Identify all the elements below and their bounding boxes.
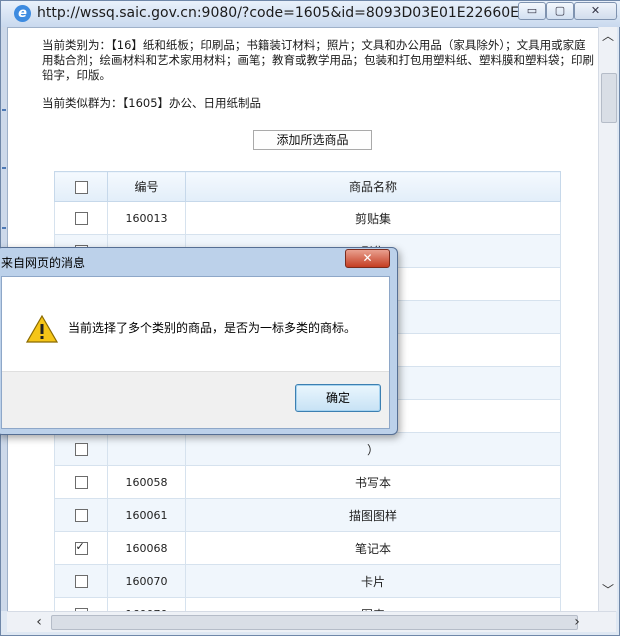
- dialog-footer: 确定: [2, 371, 389, 428]
- scroll-left-arrow-icon[interactable]: ‹: [31, 614, 47, 630]
- edge-mark: [2, 109, 6, 111]
- maximize-button[interactable]: ▢: [546, 2, 574, 20]
- add-selected-goods-button[interactable]: 添加所选商品: [253, 130, 372, 150]
- select-cell[interactable]: [54, 564, 108, 598]
- scroll-right-arrow-icon[interactable]: ›: [569, 614, 585, 630]
- row-checkbox[interactable]: [74, 540, 88, 555]
- dialog-body: 当前选择了多个类别的商品，是否为一标多类的商标。 确定: [1, 276, 390, 429]
- code-column-header: 编号: [107, 171, 186, 202]
- row-checkbox[interactable]: [74, 574, 88, 588]
- scroll-down-arrow-icon[interactable]: ﹀: [601, 582, 615, 598]
- dialog-close-button[interactable]: ✕: [345, 249, 390, 268]
- table-header-row: 编号 商品名称: [54, 171, 561, 202]
- vertical-scroll-thumb[interactable]: [601, 73, 617, 123]
- goods-code-cell: 160070: [107, 564, 186, 598]
- scroll-up-arrow-icon[interactable]: ︿: [601, 28, 615, 44]
- goods-name-cell: 书写本: [185, 465, 561, 499]
- row-checkbox[interactable]: [74, 211, 88, 225]
- goods-code-cell: 160058: [107, 465, 186, 499]
- goods-code-cell: 160061: [107, 498, 186, 532]
- goods-name-cell: ）: [185, 432, 561, 466]
- goods-code-cell: 160068: [107, 531, 186, 565]
- table-row[interactable]: 160058 书写本: [54, 465, 561, 499]
- vertical-scrollbar[interactable]: ︿ ﹀: [598, 27, 617, 611]
- select-all-checkbox[interactable]: [74, 180, 88, 194]
- select-cell[interactable]: [54, 201, 108, 235]
- select-cell[interactable]: [54, 498, 108, 532]
- ie-logo-icon: e: [14, 5, 31, 22]
- warning-icon: [26, 315, 58, 343]
- select-cell[interactable]: [54, 432, 108, 466]
- window-close-button[interactable]: ✕: [574, 2, 617, 20]
- message-dialog: 来自网页的消息 ✕ 当前选择了多个类别的商品，是否为一标多类的商标。 确定: [0, 247, 398, 435]
- dialog-message: 当前选择了多个类别的商品，是否为一标多类的商标。: [68, 321, 357, 335]
- ok-button[interactable]: 确定: [295, 384, 381, 412]
- row-checkbox[interactable]: [74, 442, 88, 456]
- current-category-text: 当前类别为：【16】纸和纸板；印刷品；书籍装订材料；照片；文具和办公用品（家具除…: [42, 38, 594, 82]
- select-cell[interactable]: [54, 465, 108, 499]
- dialog-title: 来自网页的消息: [1, 256, 86, 270]
- select-cell[interactable]: [54, 531, 108, 565]
- name-column-header: 商品名称: [185, 171, 561, 202]
- title-bar: e http://wssq.saic.gov.cn:9080/?code=160…: [1, 1, 620, 27]
- minimize-button[interactable]: ▭: [518, 2, 546, 20]
- table-row[interactable]: 160013 剪贴集: [54, 201, 561, 235]
- horizontal-scroll-thumb[interactable]: [51, 615, 578, 630]
- table-row[interactable]: 160070 卡片: [54, 564, 561, 598]
- edge-mark: [2, 227, 6, 229]
- goods-name-cell: 描图图样: [185, 498, 561, 532]
- row-checkbox[interactable]: [74, 475, 88, 489]
- horizontal-scrollbar[interactable]: ‹ ›: [7, 611, 616, 632]
- table-row[interactable]: ）: [54, 432, 561, 466]
- goods-name-cell: 笔记本: [185, 531, 561, 565]
- edge-mark: [2, 167, 6, 169]
- select-all-header[interactable]: [54, 171, 108, 202]
- table-row[interactable]: 160061 描图图样: [54, 498, 561, 532]
- goods-name-cell: 卡片: [185, 564, 561, 598]
- goods-name-cell: 剪贴集: [185, 201, 561, 235]
- row-checkbox[interactable]: [74, 508, 88, 522]
- table-row[interactable]: 160068笔记本: [54, 531, 561, 565]
- goods-code-cell: [107, 432, 186, 466]
- similar-group-text: 当前类似群为：【1605】办公、日用纸制品: [42, 96, 262, 110]
- goods-code-cell: 160013: [107, 201, 186, 235]
